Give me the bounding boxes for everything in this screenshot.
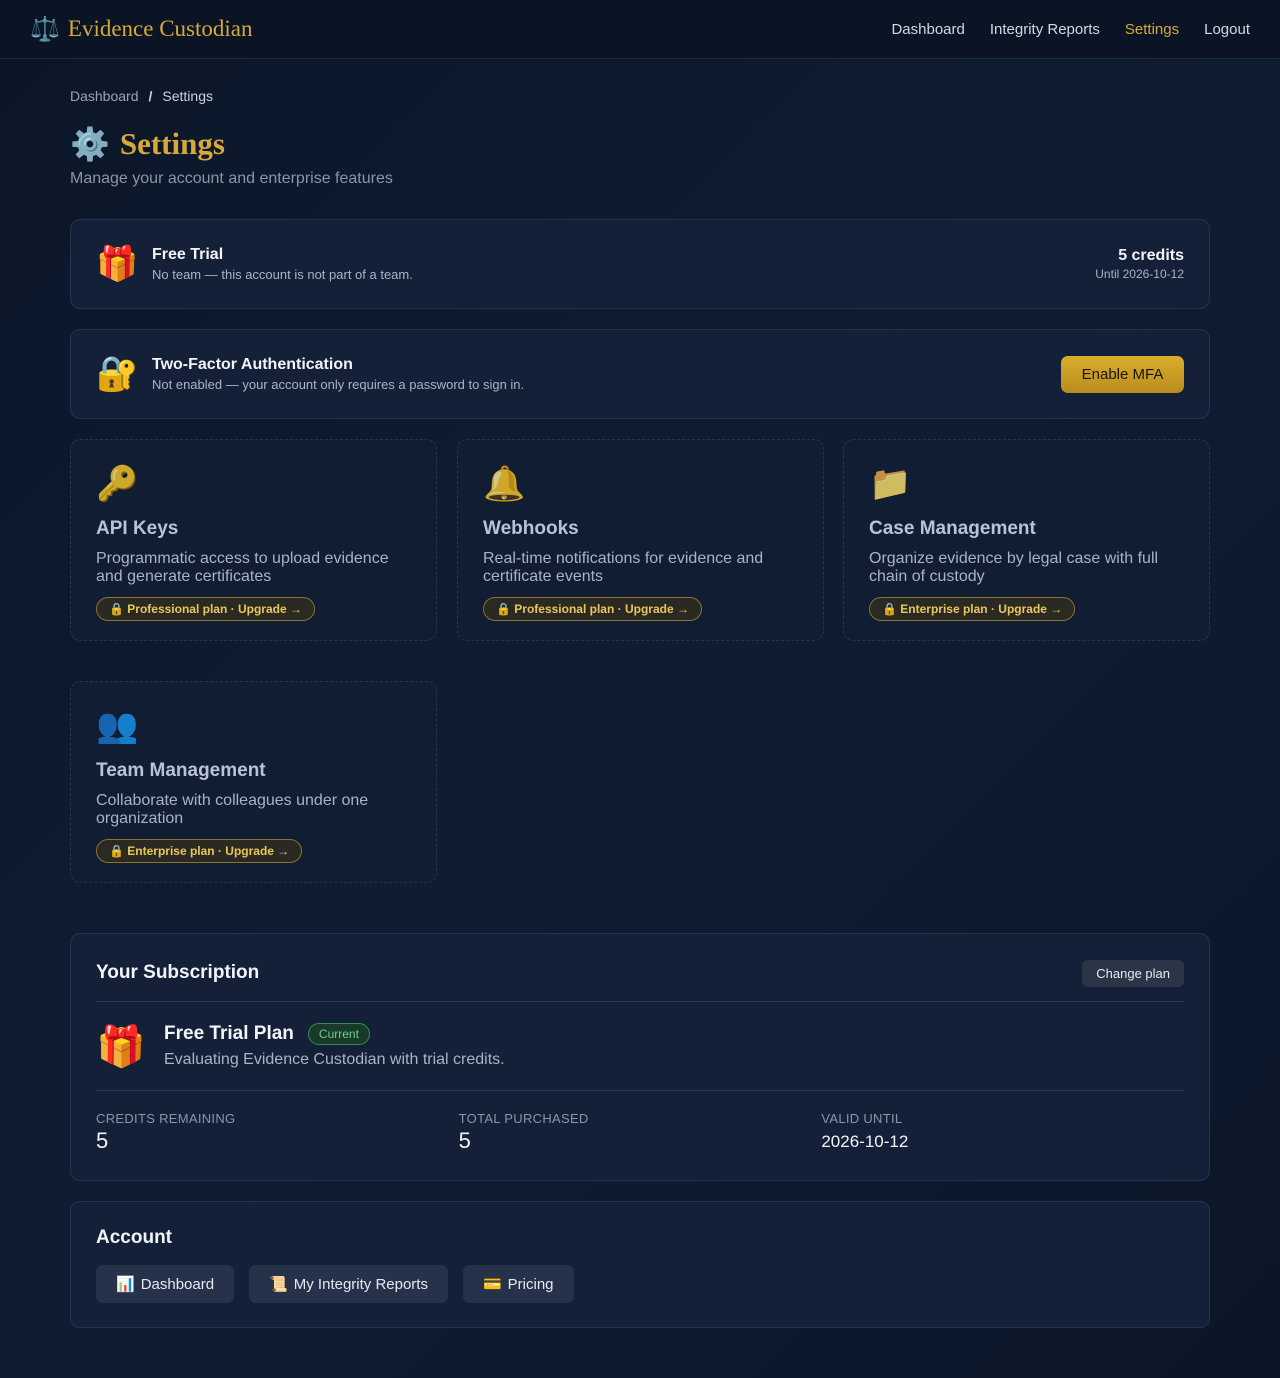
breadcrumb-dashboard[interactable]: Dashboard [70,88,139,104]
stat-value-credits-remaining: 5 [96,1128,109,1153]
trial-title: Free Trial [152,246,224,263]
bell-icon: 🔔 [483,465,526,503]
mfa-title: Two-Factor Authentication [152,356,353,373]
account-reports-button[interactable]: 📜 My Integrity Reports [249,1265,448,1303]
brand-name: Evidence Custodian [67,16,253,41]
account-pricing-button[interactable]: 💳 Pricing [462,1265,574,1303]
upgrade-badge[interactable]: 🔒 Professional plan · Upgrade → [483,597,702,621]
main-nav: Dashboard Integrity Reports Settings Log… [891,21,1250,38]
feature-desc: Organize evidence by legal case with ful… [869,550,1159,585]
button-label: Pricing [507,1275,554,1293]
plan-desc: Evaluating Evidence Custodian with trial… [164,1051,505,1068]
folder-icon: 📁 [869,465,912,503]
page-header: ⚙️ Settings [70,124,1210,164]
current-badge: Current [307,1023,370,1045]
trial-credits: 5 credits [1118,247,1184,264]
feature-title: Team Management [96,760,266,781]
feature-title: Webhooks [483,518,579,539]
page-subtitle: Manage your account and enterprise featu… [70,170,393,187]
breadcrumb-separator: / [148,88,153,104]
divider [96,1001,1184,1002]
stat-label-credits-remaining: CREDITS REMAINING [96,1111,236,1126]
credit-card-icon: 💳 [482,1276,502,1293]
account-dashboard-button[interactable]: 📊 Dashboard [96,1265,235,1303]
feature-title: API Keys [96,518,179,539]
page-title: Settings [119,126,225,161]
nav-logout[interactable]: Logout [1204,21,1250,38]
upgrade-badge[interactable]: 🔒 Enterprise plan · Upgrade → [96,839,303,863]
plan-name: Free Trial Plan [164,1023,294,1044]
stat-label-total-purchased: TOTAL PURCHASED [458,1111,589,1126]
feature-title: Case Management [869,518,1036,539]
scales-icon: ⚖️ [30,15,60,43]
upgrade-badge[interactable]: 🔒 Enterprise plan · Upgrade → [869,597,1076,621]
nav-settings[interactable]: Settings [1125,21,1179,38]
breadcrumb-current: Settings [162,88,213,104]
feature-team-management: 👥 Team Management Collaborate with colle… [70,681,437,883]
button-label: Dashboard [140,1275,215,1293]
nav-integrity-reports[interactable]: Integrity Reports [990,21,1100,38]
stat-value-total-purchased: 5 [458,1128,471,1153]
change-plan-button[interactable]: Change plan [1082,959,1184,987]
account-card: Account 📊 Dashboard 📜 My Integrity Repor… [70,1201,1210,1328]
feature-webhooks: 🔔 Webhooks Real-time notifications for e… [457,439,824,641]
mfa-desc: Not enabled — your account only requires… [152,377,525,392]
users-icon: 👥 [96,707,139,745]
subscription-stats: CREDITS REMAINING 5 TOTAL PURCHASED 5 VA… [96,1111,1184,1154]
stat-label-valid-until: VALID UNTIL [821,1111,903,1126]
feature-desc: Real-time notifications for evidence and… [483,550,764,585]
gift-icon: 🎁 [96,1024,146,1069]
feature-api-keys: 🔑 API Keys Programmatic access to upload… [70,439,437,641]
button-label: My Integrity Reports [293,1275,428,1293]
main-content: Dashboard / Settings ⚙️ Settings Manage … [70,59,1210,1328]
account-title: Account [96,1227,172,1248]
divider [96,1090,1184,1091]
subscription-title: Your Subscription [96,962,260,983]
feature-desc: Programmatic access to upload evidence a… [96,550,389,585]
trial-until: Until 2026-10-12 [1095,267,1184,281]
breadcrumb: Dashboard / Settings [70,88,1210,104]
mfa-card: 🔐 Two-Factor Authentication Not enabled … [70,329,1210,419]
chart-icon: 📊 [116,1276,135,1293]
enable-mfa-button[interactable]: Enable MFA [1061,355,1184,393]
gift-icon: 🎁 [96,245,139,283]
scroll-icon: 📜 [269,1276,288,1293]
free-trial-card: 🎁 Free Trial No team — this account is n… [70,219,1210,309]
feature-case-management: 📁 Case Management Organize evidence by l… [843,439,1210,641]
trial-desc: No team — this account is not part of a … [152,267,413,282]
nav-dashboard[interactable]: Dashboard [891,21,964,38]
lock-key-icon: 🔐 [96,355,139,393]
feature-desc: Collaborate with colleagues under one or… [96,792,369,827]
top-navbar: ⚖️ Evidence Custodian Dashboard Integrit… [0,0,1280,59]
key-icon: 🔑 [96,465,139,503]
subscription-card: Your Subscription Change plan 🎁 Free Tri… [70,933,1210,1181]
brand[interactable]: ⚖️ Evidence Custodian [30,15,253,44]
upgrade-badge[interactable]: 🔒 Professional plan · Upgrade → [96,597,315,621]
stat-value-valid-until: 2026-10-12 [821,1132,909,1151]
gear-icon: ⚙️ [70,126,110,162]
